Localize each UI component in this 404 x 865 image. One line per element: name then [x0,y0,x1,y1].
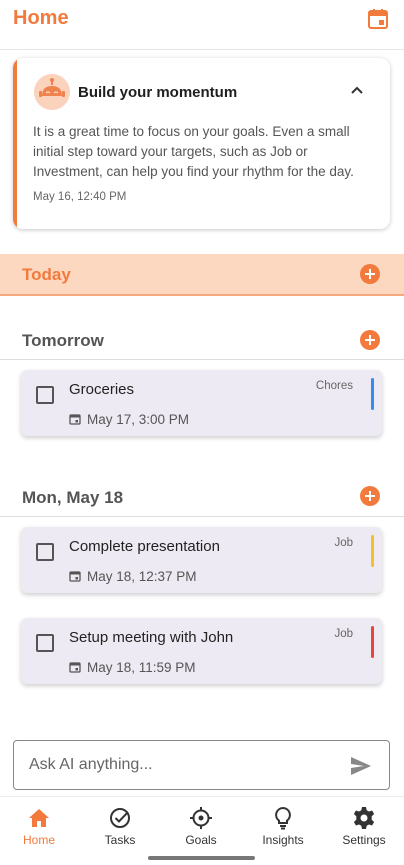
task-card[interactable]: Setup meeting with John Job May 18, 11:5… [21,618,382,684]
task-category: Job [334,628,353,640]
task-due-date: May 18, 12:37 PM [87,569,197,584]
task-title: Groceries [69,381,135,398]
add-today-button[interactable] [360,264,380,284]
section-may-18: Mon, May 18 [0,477,404,517]
chevron-up-icon[interactable] [349,82,365,98]
calendar-icon[interactable] [366,7,390,31]
nav-tasks-label: Tasks [104,833,136,847]
nav-goals[interactable]: Goals [161,797,241,853]
bottom-nav: Home Tasks Goals Insights Settings [0,796,404,865]
nav-goals-label: Goals [185,833,217,847]
add-may-18-button[interactable] [360,486,380,506]
nav-home-label: Home [22,833,55,847]
lightbulb-icon [275,806,291,830]
top-bar: Home [0,0,404,50]
task-card[interactable]: Groceries Chores May 17, 3:00 PM [21,370,382,436]
task-title: Setup meeting with John [69,629,234,646]
section-today-label: Today [22,265,71,284]
task-card[interactable]: Complete presentation Job May 18, 12:37 … [21,527,382,593]
calendar-icon [69,662,81,673]
calendar-icon [69,414,81,425]
nav-settings[interactable]: Settings [324,797,404,853]
task-checkbox[interactable] [36,543,54,561]
check-circle-icon [110,808,130,828]
nav-insights-label: Insights [262,833,304,847]
task-checkbox[interactable] [36,634,54,652]
page-title: Home [13,7,69,29]
app-root: Home Build your momentum It is a great t… [0,0,404,865]
momentum-timestamp: May 16, 12:40 PM [33,191,127,203]
momentum-accent-bar [13,58,17,229]
task-color-bar [371,378,374,410]
task-category: Job [334,537,353,549]
add-tomorrow-button[interactable] [360,330,380,350]
gear-icon [353,807,375,829]
task-category: Chores [315,380,353,392]
robot-icon [34,74,70,110]
crosshair-icon [190,807,212,829]
task-color-bar [371,626,374,658]
task-checkbox[interactable] [36,386,54,404]
task-due-date: May 17, 3:00 PM [87,412,190,427]
calendar-icon [69,571,81,582]
momentum-title: Build your momentum [78,84,238,101]
section-tomorrow-label: Tomorrow [22,331,104,350]
momentum-message: It is a great time to focus on your goal… [33,124,354,179]
task-color-bar [371,535,374,567]
task-title: Complete presentation [69,538,220,555]
nav-settings-label: Settings [342,833,386,847]
section-tomorrow: Tomorrow [0,320,404,360]
nav-tasks[interactable]: Tasks [80,797,160,853]
task-due-date: May 18, 11:59 PM [87,660,196,675]
nav-insights[interactable]: Insights [243,797,323,853]
nav-home[interactable]: Home [0,797,79,853]
send-icon[interactable] [349,755,373,777]
ask-ai-bar [13,740,390,790]
section-today: Today [0,254,404,296]
ask-ai-input[interactable] [15,742,335,788]
momentum-card: Build your momentum It is a great time t… [13,58,390,229]
home-indicator [148,856,255,860]
home-icon [29,809,49,827]
section-may-18-label: Mon, May 18 [22,488,124,507]
